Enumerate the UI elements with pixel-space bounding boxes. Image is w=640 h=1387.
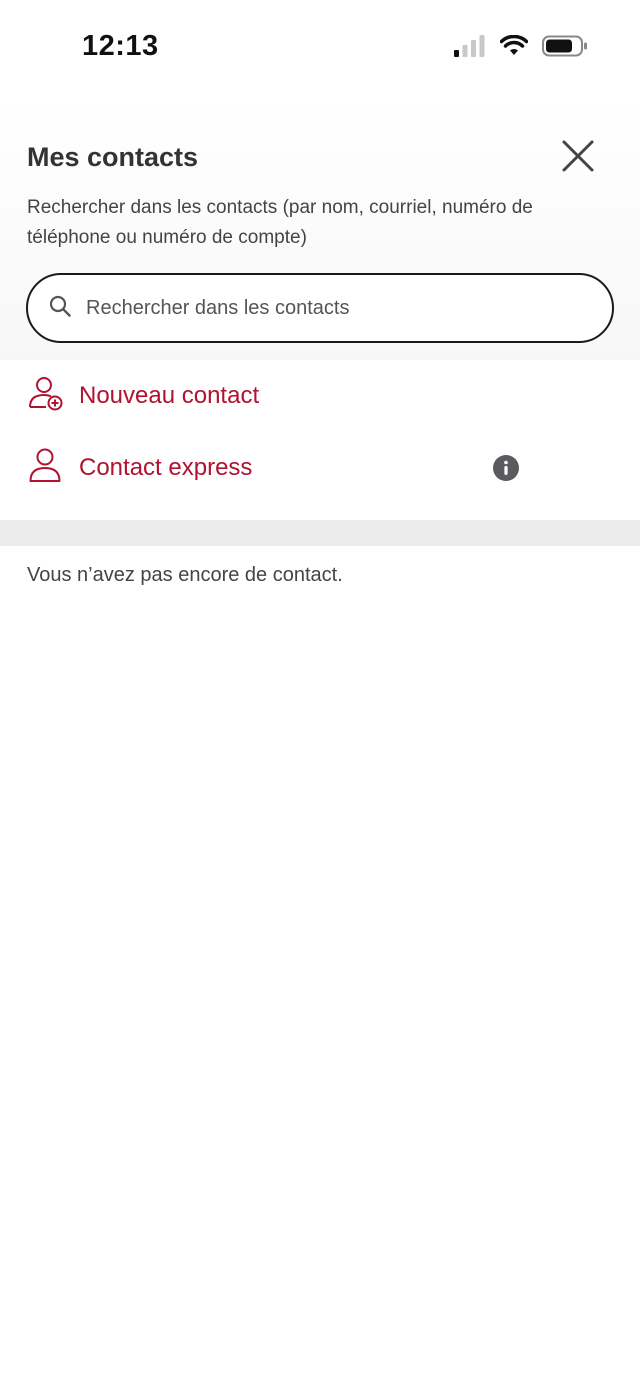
status-time: 12:13 [82, 30, 159, 62]
signal-icon [454, 35, 486, 62]
new-contact-button[interactable]: Nouveau contact [0, 364, 640, 428]
express-contact-button[interactable]: Contact express [0, 436, 640, 500]
search-input[interactable] [86, 296, 566, 320]
close-icon [561, 139, 595, 178]
section-divider [0, 520, 640, 546]
battery-icon [542, 35, 588, 62]
new-contact-label: Nouveau contact [79, 382, 260, 409]
search-field[interactable] [26, 273, 614, 343]
info-icon[interactable] [493, 455, 519, 481]
page-subtitle: Rechercher dans les contacts (par nom, c… [27, 197, 533, 248]
empty-state-message: Vous n’avez pas encore de contact. [27, 564, 343, 586]
close-button[interactable] [556, 136, 600, 180]
status-icons [454, 34, 588, 62]
search-icon [48, 294, 72, 323]
status-bar: 12:13 [0, 0, 640, 96]
express-contact-label: Contact express [79, 454, 253, 481]
add-person-icon [28, 376, 64, 417]
person-icon [28, 448, 64, 489]
page-title: Mes contacts [27, 142, 199, 172]
wifi-icon [499, 34, 529, 62]
